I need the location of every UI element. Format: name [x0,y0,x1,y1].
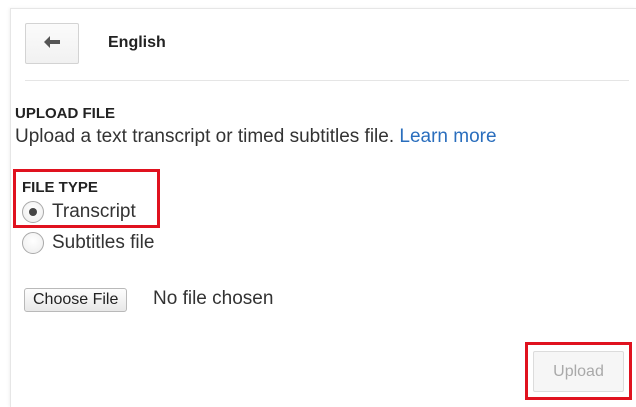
file-type-label: FILE TYPE [22,179,98,196]
panel-header: English [25,23,629,81]
file-status-text: No file chosen [153,288,274,309]
radio-option-transcript[interactable]: Transcript [22,201,136,223]
language-title: English [108,34,166,51]
upload-description: Upload a text transcript or timed subtit… [15,126,497,148]
upload-button[interactable]: Upload [533,351,624,392]
subtitles-radio[interactable] [22,232,44,254]
radio-selected-dot [29,208,37,216]
upload-description-text: Upload a text transcript or timed subtit… [15,126,395,147]
learn-more-link[interactable]: Learn more [399,126,496,147]
choose-file-button[interactable]: Choose File [24,288,128,312]
upload-file-heading: UPLOAD FILE [15,105,115,122]
transcript-radio[interactable] [22,201,44,223]
subtitles-label: Subtitles file [52,232,155,253]
radio-option-subtitles[interactable]: Subtitles file [22,232,154,254]
transcript-label: Transcript [52,201,136,222]
back-button[interactable] [25,23,79,64]
arrow-left-icon [44,35,60,53]
